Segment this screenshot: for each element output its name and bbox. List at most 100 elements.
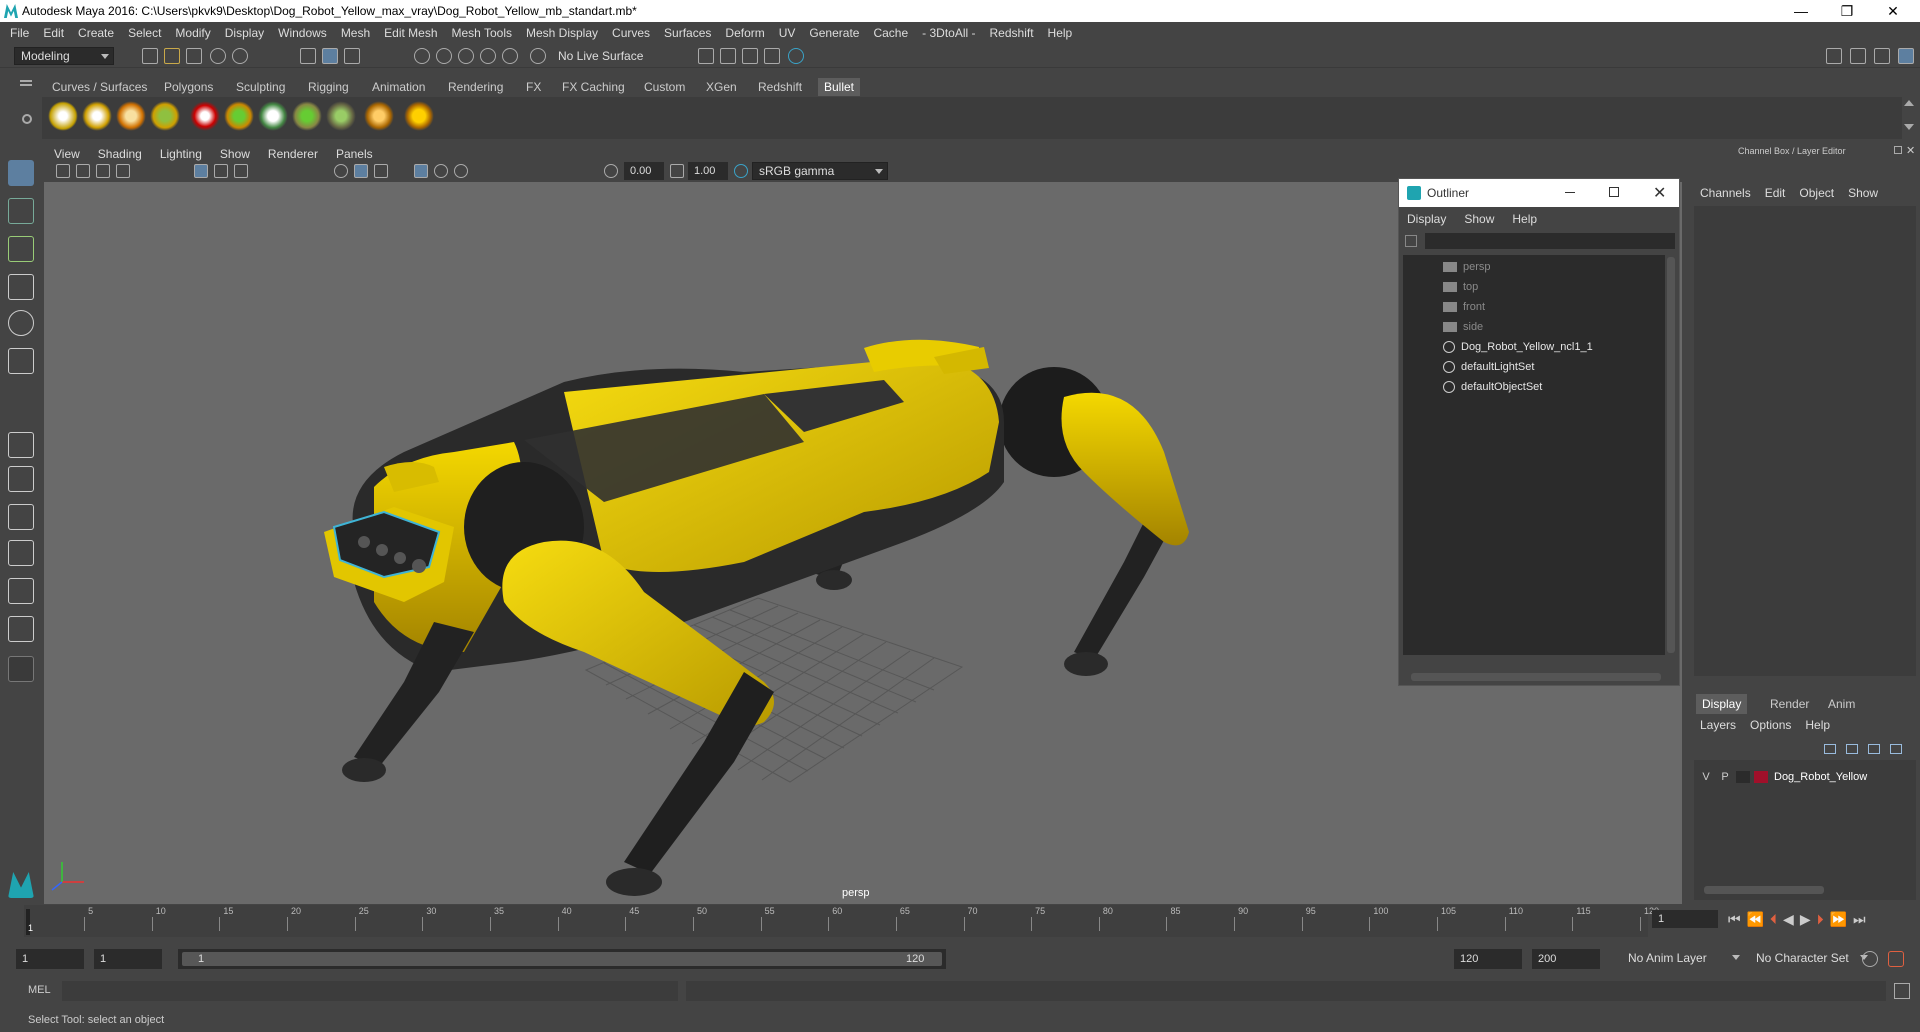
single-perspective-layout-icon[interactable] [8, 432, 34, 458]
hypershade-icon[interactable] [788, 48, 804, 64]
bullet-cone-icon[interactable] [326, 101, 356, 131]
outliner-horizontal-scrollbar[interactable] [1411, 673, 1661, 681]
shelf-menu-icon[interactable] [20, 80, 32, 82]
outliner-item-side[interactable]: side [1443, 317, 1483, 337]
bullet-ragdoll-icon[interactable] [116, 101, 146, 131]
layer-list-scrollbar[interactable] [1704, 886, 1824, 894]
new-layer-icon[interactable] [1868, 744, 1880, 754]
bullet-soft-body-icon[interactable] [82, 101, 112, 131]
camera-select-icon[interactable] [56, 164, 70, 178]
step-back-key-icon[interactable]: ⏴ [1770, 911, 1777, 928]
smooth-shade-icon[interactable] [354, 164, 368, 178]
snap-surface-icon[interactable] [502, 48, 518, 64]
render-frame-icon[interactable] [720, 48, 736, 64]
new-scene-icon[interactable] [142, 48, 158, 64]
playback-end-field[interactable]: 120 [1454, 949, 1522, 969]
select-hierarchy-icon[interactable] [300, 48, 316, 64]
cb-menu-object[interactable]: Object [1799, 186, 1834, 200]
shelf-scroll-up-icon[interactable] [1904, 100, 1914, 106]
lasso-tool-icon[interactable] [8, 198, 34, 224]
tab-custom[interactable]: Custom [638, 78, 691, 96]
layer-row[interactable]: V P Dog_Robot_Yellow [1698, 768, 1914, 786]
menu-deform[interactable]: Deform [725, 26, 764, 40]
minimize-button[interactable]: — [1778, 0, 1824, 22]
tab-rendering[interactable]: Rendering [442, 78, 509, 96]
menu-generate[interactable]: Generate [809, 26, 859, 40]
bullet-skeleton-icon[interactable] [364, 101, 394, 131]
range-slider[interactable]: 1 120 [178, 949, 946, 969]
outliner-item-front[interactable]: front [1443, 297, 1485, 317]
go-to-start-icon[interactable]: ⏮ [1728, 911, 1741, 928]
move-layer-up-icon[interactable] [1824, 744, 1836, 754]
start-time-field[interactable]: 1 [16, 949, 84, 969]
menu-cache[interactable]: Cache [873, 26, 908, 40]
outliner-close-button[interactable]: ✕ [1653, 183, 1666, 203]
select-tool-icon[interactable] [8, 160, 34, 186]
outliner-maximize-button[interactable] [1609, 187, 1619, 197]
bullet-slider-icon[interactable] [258, 101, 288, 131]
move-layer-down-icon[interactable] [1846, 744, 1858, 754]
tab-redshift[interactable]: Redshift [752, 78, 808, 96]
menu-windows[interactable]: Windows [278, 26, 327, 40]
vp-menu-show[interactable]: Show [220, 147, 250, 161]
tab-curves-surfaces[interactable]: Curves / Surfaces [46, 78, 153, 96]
tab-sculpting[interactable]: Sculpting [230, 78, 291, 96]
resolution-gate-icon[interactable] [234, 164, 248, 178]
tab-polygons[interactable]: Polygons [158, 78, 219, 96]
persp-graph-layout-icon[interactable] [8, 540, 34, 566]
menu-edit[interactable]: Edit [43, 26, 64, 40]
outliner-item-default-light-set[interactable]: defaultLightSet [1443, 357, 1534, 377]
save-scene-icon[interactable] [186, 48, 202, 64]
menu-redshift[interactable]: Redshift [990, 26, 1034, 40]
range-slider-handle[interactable] [182, 952, 942, 966]
cb-menu-show[interactable]: Show [1848, 186, 1878, 200]
live-surface-field[interactable]: No Live Surface [552, 47, 656, 65]
current-frame-field[interactable]: 1 [1652, 910, 1718, 928]
modeling-toolkit-icon[interactable] [1826, 48, 1842, 64]
menu-select[interactable]: Select [128, 26, 161, 40]
camera-lock-icon[interactable] [76, 164, 90, 178]
le-menu-options[interactable]: Options [1750, 718, 1791, 732]
film-gate-icon[interactable] [214, 164, 228, 178]
outliner-item-dog-robot[interactable]: Dog_Robot_Yellow_ncl1_1 [1443, 337, 1593, 357]
redo-icon[interactable] [232, 48, 248, 64]
menu-3dtoall[interactable]: - 3DtoAll - [922, 26, 975, 40]
open-scene-icon[interactable] [164, 48, 180, 64]
rotate-tool-icon[interactable] [8, 310, 34, 336]
outliner-menu-help[interactable]: Help [1512, 212, 1537, 226]
panel-float-icon[interactable] [1894, 146, 1902, 154]
anim-layer-selector[interactable]: No Anim Layer [1622, 949, 1744, 967]
panel-close-icon[interactable]: ✕ [1906, 144, 1915, 157]
vp-menu-view[interactable]: View [54, 147, 80, 161]
make-live-icon[interactable] [530, 48, 546, 64]
cb-menu-edit[interactable]: Edit [1765, 186, 1786, 200]
mode-selector[interactable]: Modeling [14, 47, 114, 65]
play-forwards-icon[interactable]: ▶ [1800, 911, 1811, 928]
shadows-icon[interactable] [454, 164, 468, 178]
snap-view-icon[interactable] [480, 48, 496, 64]
layer-tab-render[interactable]: Render [1764, 694, 1815, 714]
outliner-item-persp[interactable]: persp [1443, 257, 1491, 277]
outliner-search-input[interactable] [1425, 233, 1675, 249]
cb-menu-channels[interactable]: Channels [1700, 186, 1751, 200]
bullet-pin-icon[interactable] [190, 101, 220, 131]
undo-icon[interactable] [210, 48, 226, 64]
auto-key-icon[interactable] [1862, 951, 1878, 967]
menu-mesh[interactable]: Mesh [341, 26, 370, 40]
select-component-icon[interactable] [344, 48, 360, 64]
exposure-field[interactable]: 0.00 [624, 162, 664, 180]
scale-tool-icon[interactable] [8, 348, 34, 374]
wireframe-icon[interactable] [334, 164, 348, 178]
le-menu-help[interactable]: Help [1805, 718, 1830, 732]
outliner-minimize-button[interactable] [1565, 192, 1575, 193]
custom-layout-icon[interactable] [8, 656, 34, 682]
select-object-icon[interactable] [322, 48, 338, 64]
menu-mesh-tools[interactable]: Mesh Tools [452, 26, 512, 40]
vp-menu-panels[interactable]: Panels [336, 147, 373, 161]
bullet-rigid-body-icon[interactable] [48, 101, 78, 131]
step-forward-icon[interactable]: ⏩ [1830, 911, 1847, 928]
menu-uv[interactable]: UV [779, 26, 796, 40]
color-management-icon[interactable] [734, 164, 748, 178]
snap-curve-icon[interactable] [436, 48, 452, 64]
image-plane-icon[interactable] [116, 164, 130, 178]
